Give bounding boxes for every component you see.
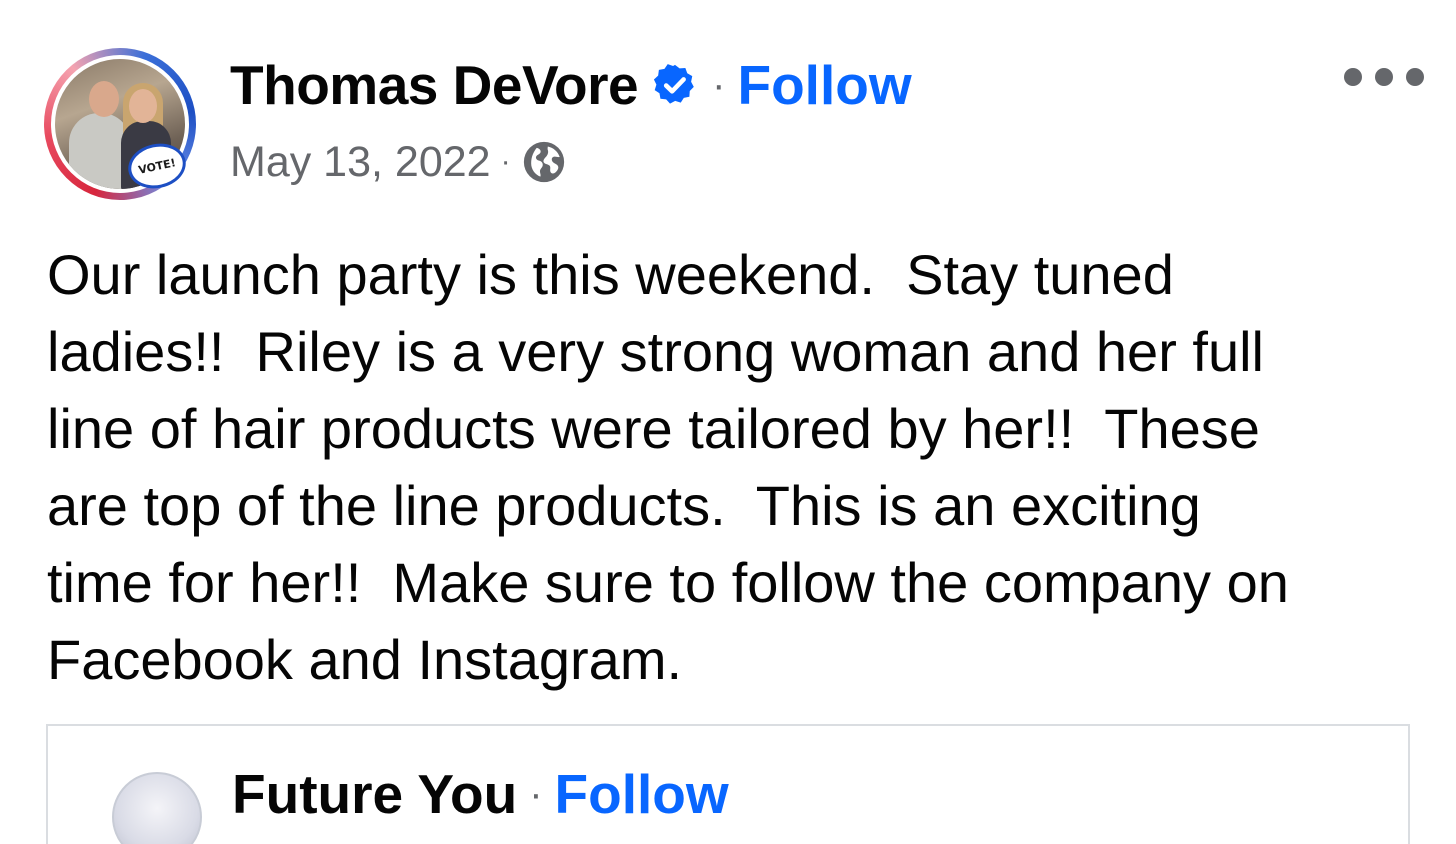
more-options-icon [1344,68,1362,86]
post-header: VOTE! Thomas DeVore · Follow May 13, 202… [44,48,1424,203]
post-date[interactable]: May 13, 2022 [230,138,491,187]
avatar-figure-woman-head [129,89,157,123]
author-avatar[interactable]: VOTE! [44,48,196,200]
verified-badge-icon [654,64,694,104]
meta-separator: · [500,145,511,178]
follow-button[interactable]: Follow [737,53,911,117]
post-text: Our launch party is this weekend. Stay t… [47,243,1289,691]
vote-badge-label: VOTE! [137,155,177,177]
author-name-row: Thomas DeVore · Follow [230,52,912,118]
shared-follow-button[interactable]: Follow [555,762,729,826]
globe-icon[interactable] [521,139,567,185]
post-meta-row: May 13, 2022 · [230,136,567,188]
shared-author-name[interactable]: Future You [232,762,517,826]
name-follow-separator: · [712,62,726,107]
author-name[interactable]: Thomas DeVore [230,53,639,117]
shared-post-card[interactable]: Future You · Follow [46,724,1410,844]
avatar-figure-man-head [89,81,119,117]
more-options-icon-dot [1375,68,1393,86]
shared-separator: · [529,771,543,816]
shared-author-avatar[interactable] [112,772,202,844]
shared-author-row: Future You · Follow [232,762,729,826]
more-options-button[interactable] [1344,60,1424,94]
more-options-icon-dot [1406,68,1424,86]
